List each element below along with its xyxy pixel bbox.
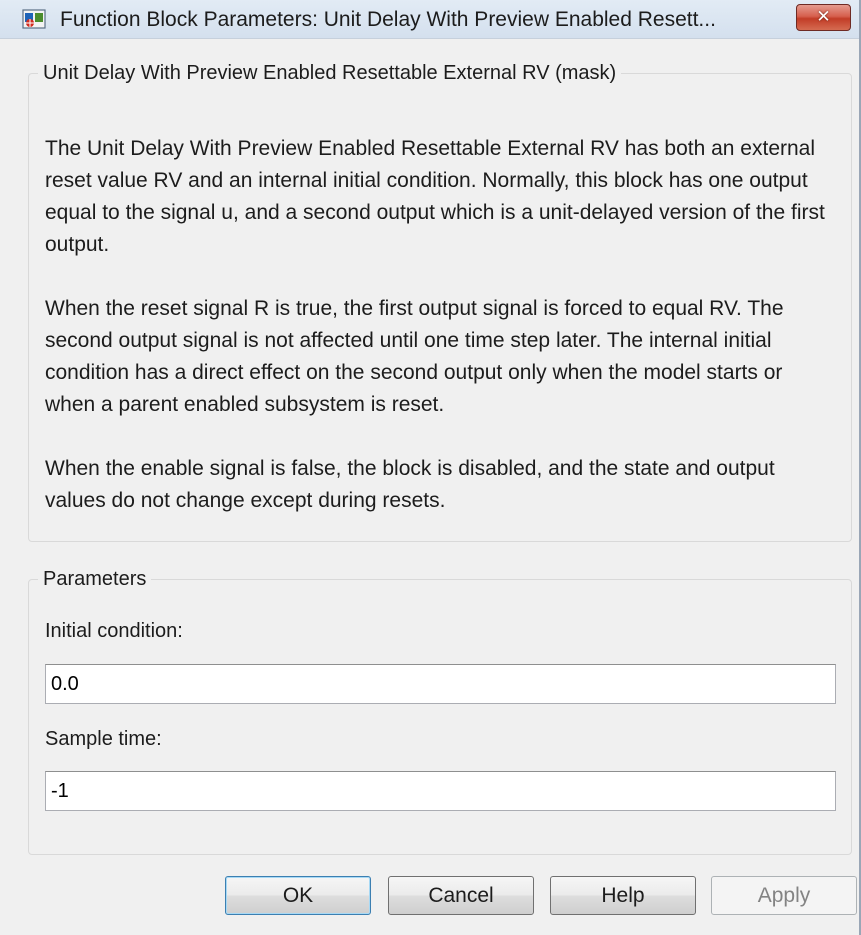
cancel-button[interactable]: Cancel [388, 876, 534, 915]
description-group-title: Unit Delay With Preview Enabled Resettab… [43, 62, 617, 84]
description-group: Unit Delay With Preview Enabled Resettab… [28, 62, 852, 542]
close-icon: ✕ [816, 7, 831, 27]
block-description: The Unit Delay With Preview Enabled Rese… [45, 133, 837, 549]
window-title: Function Block Parameters: Unit Delay Wi… [60, 8, 716, 31]
initial-condition-input[interactable] [45, 664, 836, 704]
sample-time-input[interactable] [45, 771, 836, 811]
description-paragraph: The Unit Delay With Preview Enabled Rese… [45, 137, 825, 256]
description-paragraph: When the reset signal R is true, the fir… [45, 297, 784, 416]
title-bar[interactable]: Function Block Parameters: Unit Delay Wi… [0, 0, 859, 39]
apply-button[interactable]: Apply [711, 876, 857, 915]
parameters-group: Parameters [28, 568, 852, 855]
close-button[interactable]: ✕ [796, 4, 851, 31]
help-button[interactable]: Help [550, 876, 696, 915]
sample-time-label: Sample time: [45, 728, 162, 750]
parameters-group-title: Parameters [43, 568, 147, 590]
function-block-parameters-dialog: Function Block Parameters: Unit Delay Wi… [0, 0, 861, 935]
description-paragraph: When the enable signal is false, the blo… [45, 457, 775, 512]
ok-button[interactable]: OK [225, 876, 371, 915]
initial-condition-label: Initial condition: [45, 620, 183, 642]
simulink-block-icon [22, 9, 46, 29]
